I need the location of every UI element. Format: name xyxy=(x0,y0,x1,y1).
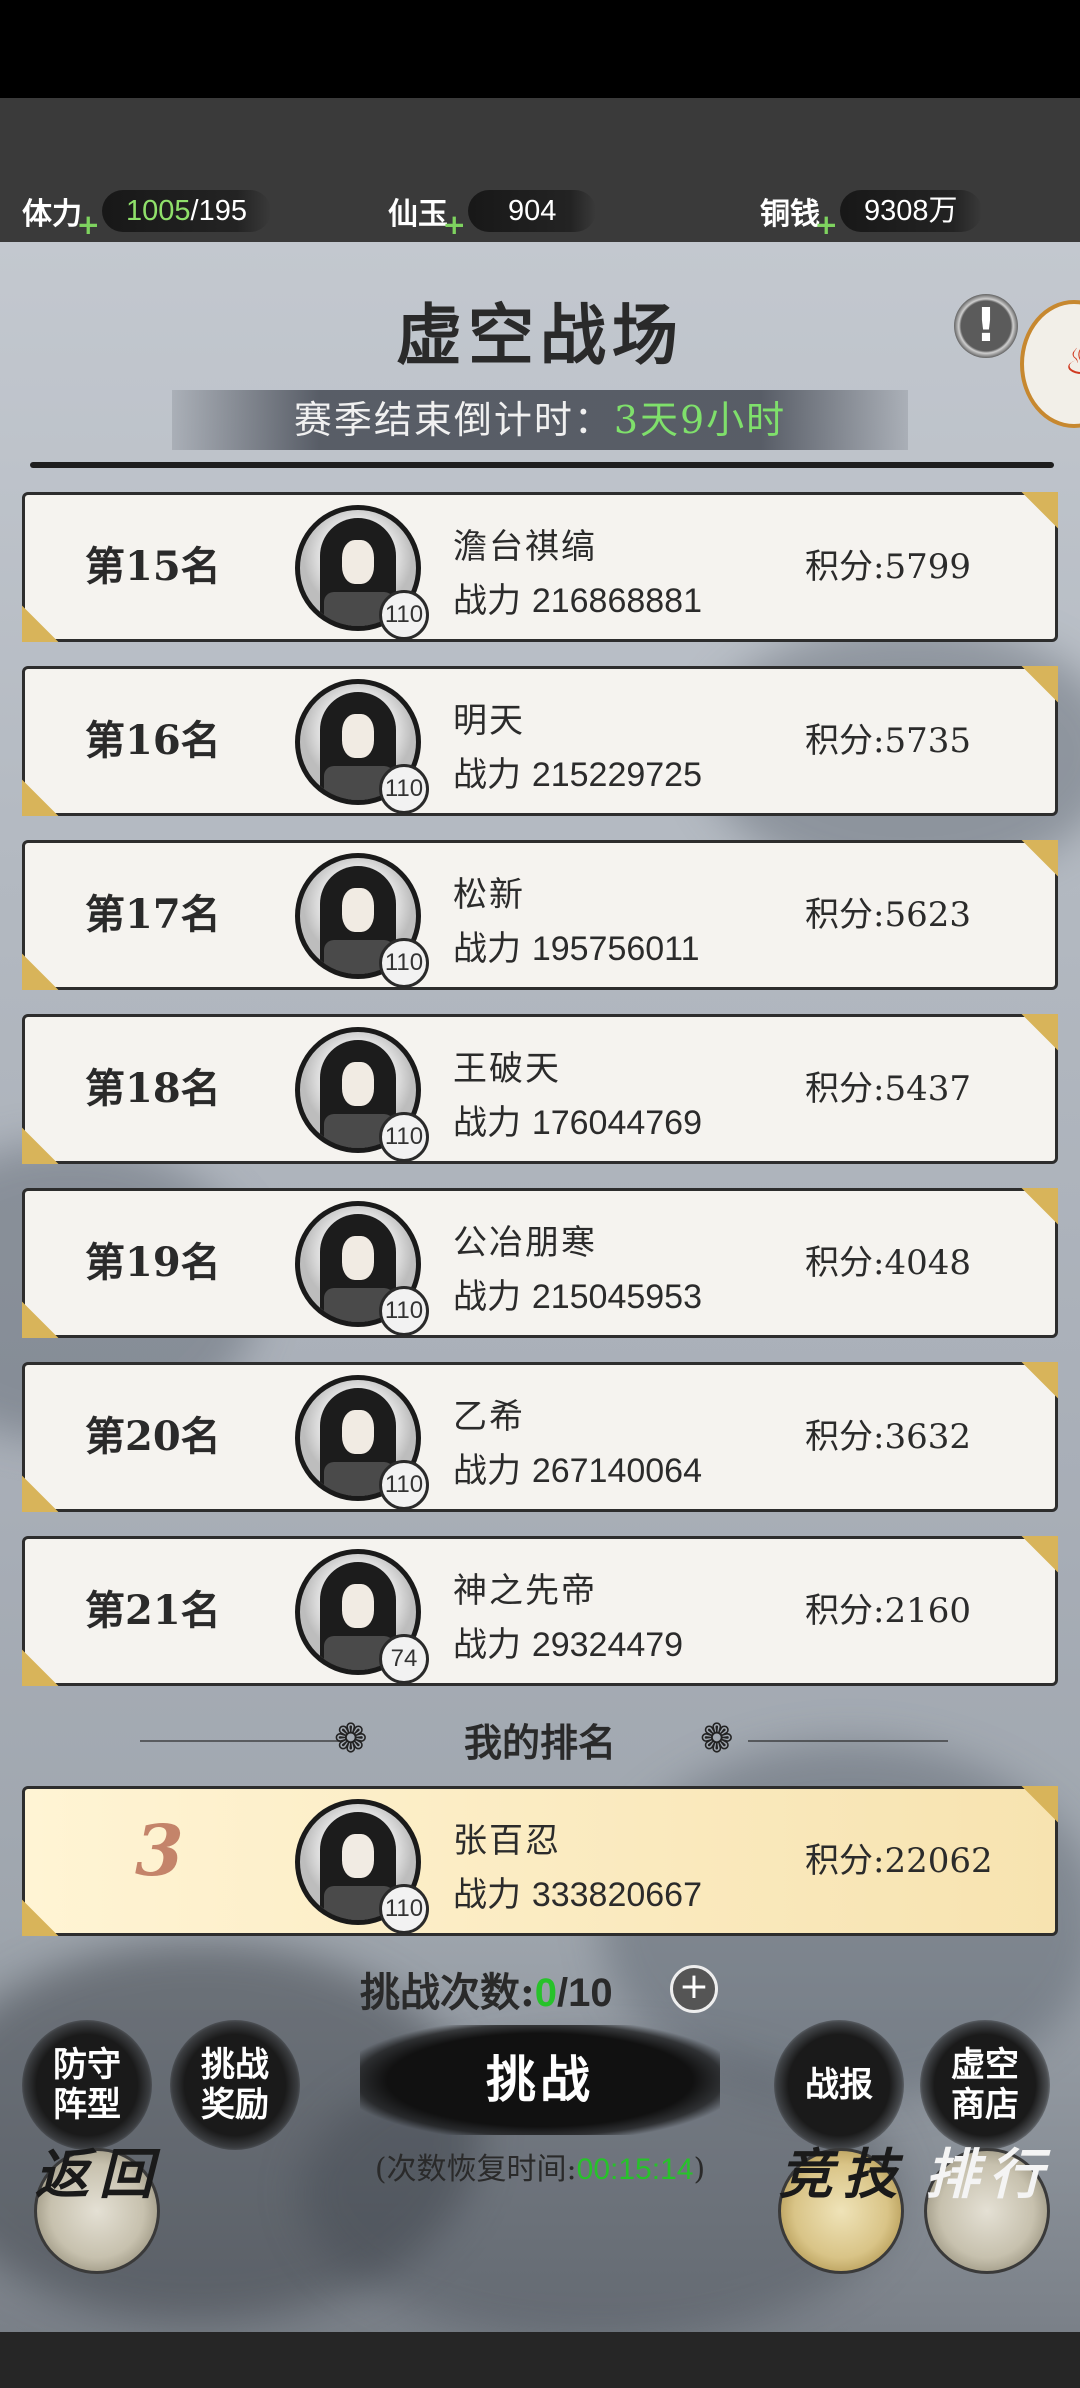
page-title: 虚空战场 xyxy=(396,296,684,374)
rank-label: 第21名 xyxy=(85,1587,221,1634)
arena-button[interactable]: 竞技 xyxy=(778,2145,904,2274)
stamina-label: 体力 + xyxy=(22,197,100,241)
level-badge: 110 xyxy=(379,1460,429,1510)
plus-icon[interactable]: + xyxy=(77,208,100,241)
score-value: 积分:5799 xyxy=(805,547,971,587)
power-value: 战力 195756011 xyxy=(453,929,700,969)
stamina-resource[interactable]: 体力 + 1005/195 xyxy=(22,188,271,241)
score-value: 积分:4048 xyxy=(805,1243,971,1283)
my-rank-number: 3 xyxy=(135,1809,184,1892)
power-value: 战力 215229725 xyxy=(453,755,702,795)
season-countdown: 赛季结束倒计时：3天9小时 xyxy=(172,390,908,450)
plus-icon[interactable]: + xyxy=(815,208,838,241)
rank-label: 第17名 xyxy=(85,891,221,938)
level-badge: 110 xyxy=(379,1112,429,1162)
challenge-reward-button[interactable]: 挑战奖励 xyxy=(170,2020,300,2150)
rank-label: 第20名 xyxy=(85,1413,221,1460)
leaderboard-button[interactable]: 排行 xyxy=(924,2145,1050,2274)
player-name: 明天 xyxy=(453,701,525,741)
power-value: 战力 216868881 xyxy=(453,581,702,621)
level-badge: 110 xyxy=(379,1286,429,1336)
player-name: 乙希 xyxy=(453,1397,525,1437)
bottom-bar xyxy=(0,2332,1080,2388)
ranking-row[interactable]: 第19名 110 公冶朋寒 战力 215045953 积分:4048 xyxy=(22,1188,1058,1338)
ranking-row[interactable]: 第21名 74 神之先帝 战力 29324479 积分:2160 xyxy=(22,1536,1058,1686)
challenge-count: 挑战次数:0/10 xyxy=(360,1969,613,2016)
defense-formation-button[interactable]: 防守阵型 xyxy=(22,2020,152,2150)
rank-label: 第16名 xyxy=(85,717,221,764)
player-name: 澹台祺缟 xyxy=(453,527,597,567)
player-name: 松新 xyxy=(453,875,525,915)
section-divider-right xyxy=(748,1740,948,1742)
score-value: 积分:5623 xyxy=(805,895,971,935)
power-value: 战力 333820667 xyxy=(453,1875,702,1915)
level-badge: 110 xyxy=(379,764,429,814)
countdown-value: 3天9小时 xyxy=(613,398,787,442)
ranking-row[interactable]: 第20名 110 乙希 战力 267140064 积分:3632 xyxy=(22,1362,1058,1512)
coins-value: 9308万 xyxy=(840,190,982,232)
level-badge: 110 xyxy=(379,1884,429,1934)
ranking-row[interactable]: 第15名 110 澹台祺缟 战力 216868881 积分:5799 xyxy=(22,492,1058,642)
score-value: 积分:3632 xyxy=(805,1417,971,1457)
back-button[interactable]: 返回 xyxy=(34,2145,160,2274)
jade-resource[interactable]: 仙玉 + 904 xyxy=(388,188,597,241)
cloud-ornament-icon: ❁ xyxy=(700,1716,734,1762)
ranking-row[interactable]: 第18名 110 王破天 战力 176044769 积分:5437 xyxy=(22,1014,1058,1164)
battle-report-button[interactable]: 战报 xyxy=(774,2020,904,2150)
flame-icon: ♨ xyxy=(1064,338,1080,384)
player-name: 神之先帝 xyxy=(453,1571,597,1611)
score-value: 积分:22062 xyxy=(805,1841,993,1881)
status-area xyxy=(0,0,1080,98)
plus-icon[interactable]: + xyxy=(443,208,466,241)
player-name: 公冶朋寒 xyxy=(453,1223,597,1263)
power-value: 战力 176044769 xyxy=(453,1103,702,1143)
coins-label: 铜钱 + xyxy=(760,197,838,241)
jade-label: 仙玉 + xyxy=(388,197,466,241)
void-shop-button[interactable]: 虚空商店 xyxy=(920,2020,1050,2150)
ranking-row[interactable]: 第17名 110 松新 战力 195756011 积分:5623 xyxy=(22,840,1058,990)
rank-label: 第15名 xyxy=(85,543,221,590)
challenge-button[interactable]: 挑战 xyxy=(360,2025,720,2135)
power-value: 战力 267140064 xyxy=(453,1451,702,1491)
level-badge: 110 xyxy=(379,590,429,640)
divider xyxy=(30,462,1054,468)
level-badge: 74 xyxy=(379,1634,429,1684)
score-value: 积分:5437 xyxy=(805,1069,971,1109)
player-name: 王破天 xyxy=(453,1049,561,1089)
level-badge: 110 xyxy=(379,938,429,988)
power-value: 战力 215045953 xyxy=(453,1277,702,1317)
score-value: 积分:2160 xyxy=(805,1591,971,1631)
ranking-row[interactable]: 第16名 110 明天 战力 215229725 积分:5735 xyxy=(22,666,1058,816)
coins-resource[interactable]: 铜钱 + 9308万 xyxy=(760,188,982,241)
score-value: 积分:5735 xyxy=(805,721,971,761)
plus-icon[interactable]: + xyxy=(670,1965,718,2013)
power-value: 战力 29324479 xyxy=(453,1625,684,1665)
jade-value: 904 xyxy=(468,190,597,232)
player-name: 张百忍 xyxy=(453,1821,561,1861)
my-rank-row[interactable]: 3 110 张百忍 战力 333820667 积分:22062 xyxy=(22,1786,1058,1936)
exclamation-icon[interactable]: ! xyxy=(954,294,1018,358)
rank-label: 第18名 xyxy=(85,1065,221,1112)
stamina-value: 1005/195 xyxy=(102,190,271,232)
rank-label: 第19名 xyxy=(85,1239,221,1286)
countdown-label: 赛季结束倒计时： xyxy=(293,398,614,442)
